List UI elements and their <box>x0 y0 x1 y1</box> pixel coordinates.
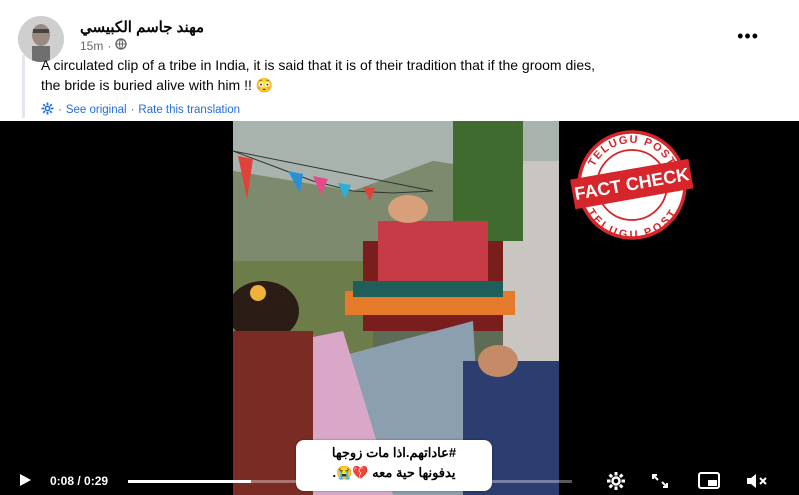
post-header: مهند جاسم الكبيسي 15m · ••• <box>18 12 785 62</box>
post-text-line: A circulated clip of a tribe in India, i… <box>41 57 596 73</box>
miniplayer-icon[interactable] <box>698 472 720 492</box>
separator-dot: · <box>130 104 135 116</box>
author-name[interactable]: مهند جاسم الكبيسي <box>80 18 204 36</box>
post-text-line: the bride is buried alive with him !! 😳 <box>41 77 274 93</box>
play-icon[interactable] <box>18 473 32 490</box>
video-progress-bar[interactable] <box>128 480 572 483</box>
time-display: 0:08 / 0:29 <box>50 474 109 488</box>
post-card: مهند جاسم الكبيسي 15m · ••• A circulated… <box>0 0 799 495</box>
fact-check-stamp: TELUGU POST TELUGU POST FACT CHECK <box>568 129 696 241</box>
globe-icon <box>115 38 128 53</box>
rate-translation-link[interactable]: Rate this translation <box>138 104 240 116</box>
separator-dot: · <box>58 104 62 116</box>
video-frame <box>233 121 559 495</box>
more-options-button[interactable]: ••• <box>737 26 759 47</box>
post-time[interactable]: 15m <box>80 39 103 53</box>
video-progress-fill <box>128 480 251 483</box>
translation-links: · See original · Rate this translation <box>41 102 781 118</box>
settings-icon[interactable] <box>606 471 626 494</box>
separator-dot: · <box>107 38 112 53</box>
post-meta: 15m · <box>80 38 128 53</box>
caption-line: #عاداتهم.اذا مات زوجها <box>331 445 457 460</box>
post-text: A circulated clip of a tribe in India, i… <box>41 55 781 95</box>
volume-muted-icon[interactable] <box>745 472 769 493</box>
see-original-link[interactable]: See original <box>66 104 127 116</box>
expand-icon[interactable] <box>651 473 669 492</box>
gear-icon[interactable] <box>41 102 54 118</box>
translated-text-block: A circulated clip of a tribe in India, i… <box>22 55 781 118</box>
